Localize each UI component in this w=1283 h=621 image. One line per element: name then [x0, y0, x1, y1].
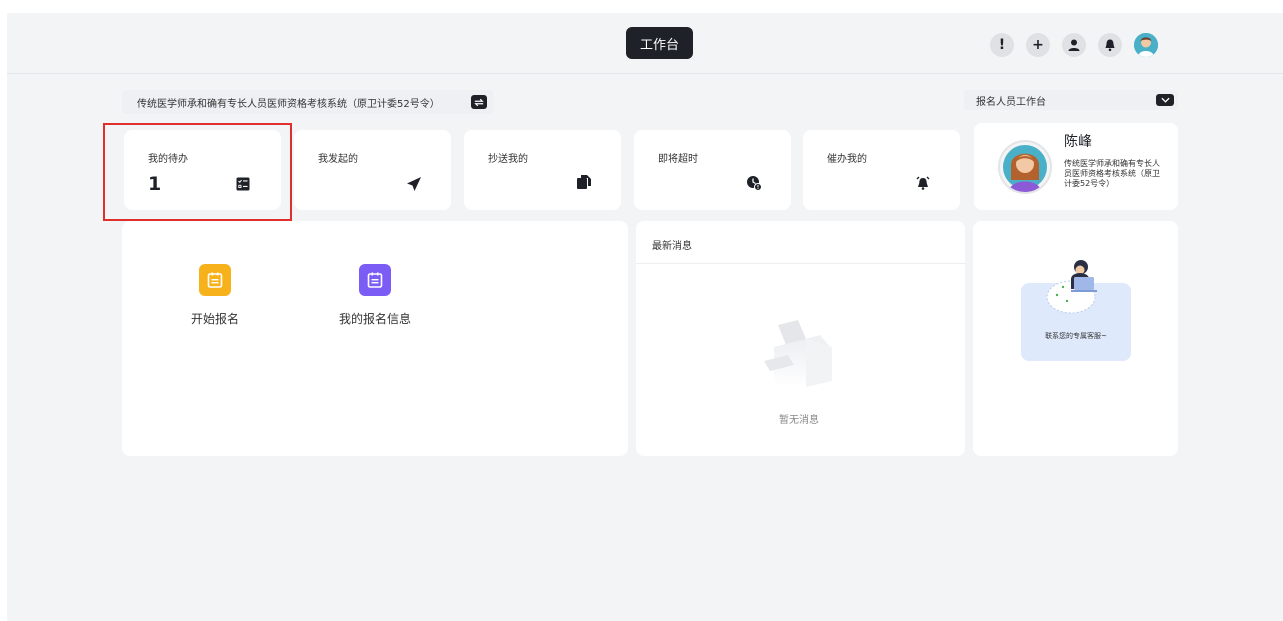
stat-label: 催办我的: [827, 154, 867, 165]
page-title: 工作台: [626, 27, 693, 59]
role-select-value: 报名人员工作台: [976, 96, 1046, 108]
clock-alert-icon: [747, 176, 762, 191]
form-icon: [359, 264, 391, 296]
stat-card-initiated[interactable]: 我发起的: [294, 130, 451, 210]
stat-card-urge[interactable]: 催办我的: [803, 130, 960, 210]
header-actions: ! +: [990, 33, 1158, 57]
system-name: 传统医学师承和确有专长人员医师资格考核系统（原卫计委52号令）: [137, 98, 440, 110]
empty-message-text: 暂无消息: [779, 415, 819, 426]
stat-card-cc[interactable]: 抄送我的: [464, 130, 621, 210]
app-label: 开始报名: [190, 312, 239, 326]
page-canvas: 工作台 ! + 传统医学师承和确有专长人员医师资格考核系统（原卫计委52号令） …: [7, 13, 1283, 621]
empty-box-icon: [764, 320, 832, 387]
highlight-box: [103, 123, 292, 221]
stat-card-timeout[interactable]: 即将超时: [634, 130, 791, 210]
send-icon: [407, 177, 421, 191]
app-start-registration[interactable]: 开始报名: [155, 264, 275, 327]
support-panel: 联系您的专属客服~: [973, 221, 1178, 456]
divider: [636, 263, 965, 264]
bell-icon[interactable]: [1098, 33, 1122, 57]
role-select[interactable]: 报名人员工作台: [964, 90, 1178, 110]
app-my-registration[interactable]: 我的报名信息: [315, 264, 435, 327]
alarm-icon: [916, 176, 930, 190]
support-text: 联系您的专属客服~: [1045, 332, 1107, 340]
stat-label: 抄送我的: [488, 154, 528, 165]
profile-description: 传统医学师承和确有专长人员医师资格考核系统（原卫计委52号令）: [1064, 159, 1160, 188]
messages-title: 最新消息: [652, 241, 692, 252]
alert-icon[interactable]: !: [990, 33, 1014, 57]
customer-service-illustration: [1046, 260, 1097, 314]
copy-icon: [577, 175, 591, 189]
user-icon[interactable]: [1062, 33, 1086, 57]
chevron-down-icon[interactable]: [1156, 94, 1174, 106]
stat-label: 即将超时: [658, 154, 698, 165]
swap-icon[interactable]: [471, 95, 487, 109]
stat-label: 我发起的: [318, 154, 358, 165]
top-bar: 工作台 ! +: [7, 13, 1283, 74]
messages-panel: 最新消息 暂无消息: [636, 221, 965, 456]
plus-icon[interactable]: +: [1026, 33, 1050, 57]
form-icon: [199, 264, 231, 296]
app-label: 我的报名信息: [338, 312, 411, 326]
system-selector[interactable]: 传统医学师承和确有专长人员医师资格考核系统（原卫计委52号令）: [122, 90, 493, 114]
apps-panel: 开始报名 我的报名信息: [122, 221, 628, 456]
profile-card: 陈峰 传统医学师承和确有专长人员医师资格考核系统（原卫计委52号令）: [974, 123, 1178, 210]
profile-name: 陈峰: [1064, 134, 1092, 150]
avatar[interactable]: [1134, 33, 1158, 57]
avatar: [998, 140, 1052, 194]
